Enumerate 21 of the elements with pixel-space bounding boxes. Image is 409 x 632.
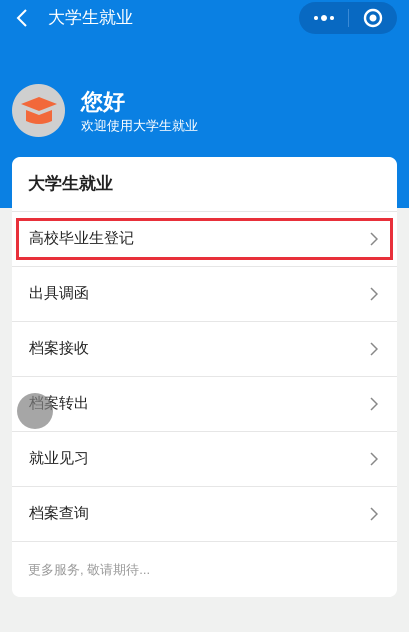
menu-item[interactable]: 出具调函 xyxy=(16,273,393,315)
chevron-right-icon xyxy=(370,397,378,411)
chevron-right-icon xyxy=(370,287,378,301)
menu-item[interactable]: 档案接收 xyxy=(16,328,393,370)
footer-note: 更多服务, 敬请期待... xyxy=(28,560,150,579)
chevron-right-icon xyxy=(370,507,378,521)
menu-item[interactable]: 档案查询 xyxy=(16,493,393,535)
back-icon[interactable] xyxy=(16,9,28,27)
greeting: 您好 xyxy=(81,88,126,116)
chevron-right-icon xyxy=(370,452,378,466)
chevron-right-icon xyxy=(370,342,378,356)
subtitle: 欢迎使用大学生就业 xyxy=(81,116,198,134)
window-title: 大学生就业 xyxy=(48,7,133,30)
menu-item[interactable]: 档案转出 xyxy=(16,383,393,425)
chevron-right-icon xyxy=(370,232,378,246)
card-title: 大学生就业 xyxy=(28,173,113,196)
menu-item[interactable]: 高校毕业生登记 xyxy=(16,218,393,260)
close-icon[interactable] xyxy=(363,8,383,28)
graduation-cap-icon xyxy=(20,96,56,124)
menu-item[interactable]: 就业见习 xyxy=(16,438,393,480)
more-icon[interactable] xyxy=(313,15,335,21)
